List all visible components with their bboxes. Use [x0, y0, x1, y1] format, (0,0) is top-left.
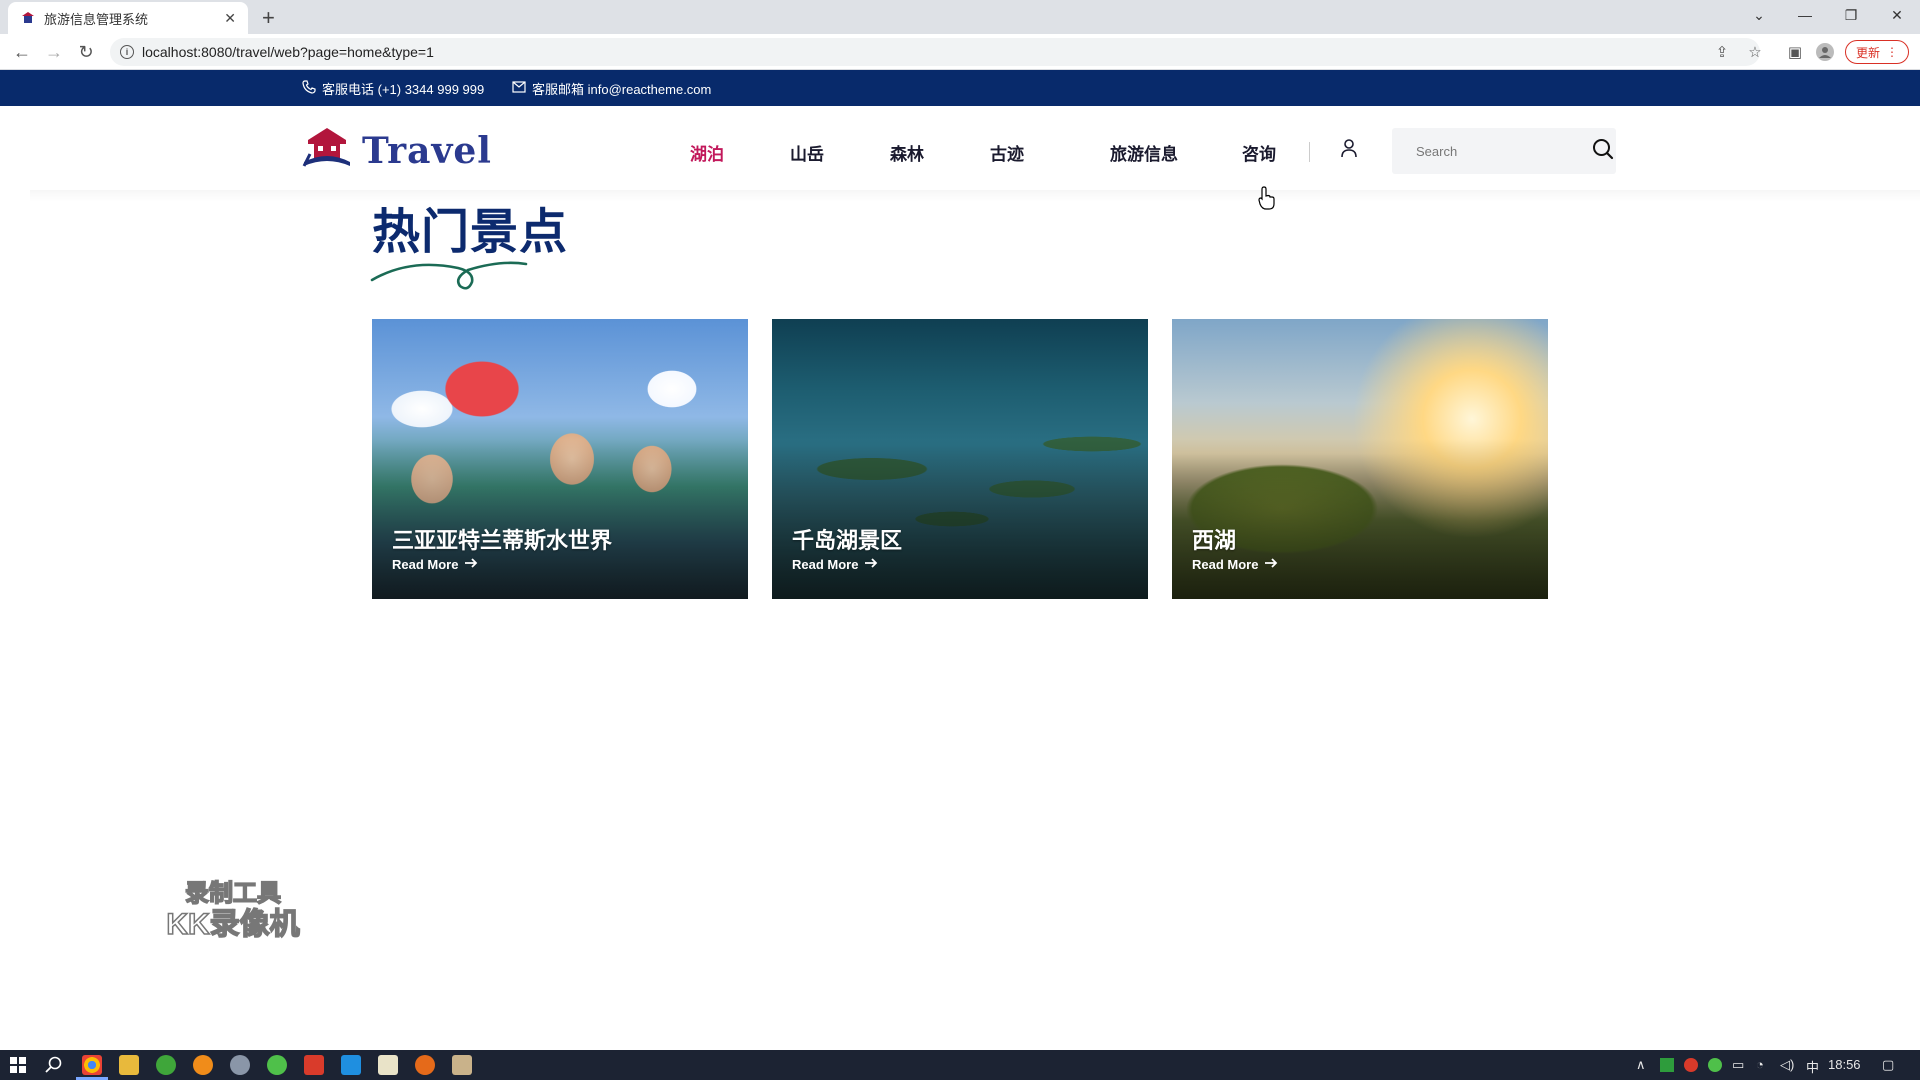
read-more-label: Read More — [1192, 557, 1259, 572]
nav-divider — [1309, 142, 1310, 162]
attraction-card[interactable]: 西湖 Read More — [1172, 319, 1548, 599]
tray-network-icon[interactable]: ◔ — [1756, 1057, 1764, 1072]
editor-taskbar-icon[interactable] — [341, 1055, 361, 1075]
chrome-taskbar-icon[interactable] — [82, 1055, 102, 1075]
mail-icon — [512, 81, 526, 96]
hand-cursor-icon — [1258, 186, 1275, 210]
tray-clock[interactable]: 18:56 — [1828, 1057, 1861, 1072]
user-icon[interactable] — [1340, 138, 1360, 160]
restore-icon[interactable]: ❐ — [1828, 0, 1874, 30]
profile-icon[interactable] — [1815, 42, 1835, 62]
share-icon[interactable]: ⇪ — [1712, 42, 1732, 62]
watermark-line2: KK录像机 — [166, 907, 301, 941]
contact-phone: 客服电话 (+1) 3344 999 999 — [302, 79, 484, 98]
attraction-card[interactable]: 千岛湖景区 Read More — [772, 319, 1148, 599]
site-info-icon[interactable]: i — [120, 45, 134, 59]
windows-start-icon[interactable] — [8, 1055, 28, 1075]
browser-tabbar: 旅游信息管理系统 ✕ + ⌄ — ❐ ✕ — [0, 0, 1920, 34]
search-app-taskbar-icon[interactable] — [193, 1055, 213, 1075]
app-taskbar-icon[interactable] — [156, 1055, 176, 1075]
nav-item-lakes[interactable]: 湖泊 — [690, 140, 724, 165]
attraction-card[interactable]: 三亚亚特兰蒂斯水世界 Read More — [372, 319, 748, 599]
arrow-right-icon — [464, 557, 478, 572]
phone-icon — [302, 80, 316, 97]
tray-expand-icon[interactable]: ∧ — [1636, 1057, 1646, 1073]
phone-text: 客服电话 (+1) 3344 999 999 — [322, 82, 485, 97]
misc-taskbar-icon[interactable] — [452, 1055, 472, 1075]
tray-app-icon[interactable] — [1660, 1058, 1674, 1072]
tab-close-icon[interactable]: ✕ — [224, 10, 236, 27]
update-label: 更新 — [1855, 45, 1880, 60]
site-header: Travel 湖泊 山岳 森林 古迹 旅游信息 咨询 — [0, 106, 1920, 196]
logo-house-icon — [302, 126, 352, 175]
arrow-right-icon — [864, 557, 878, 572]
file-explorer-taskbar-icon[interactable] — [119, 1055, 139, 1075]
site-logo[interactable]: Travel — [302, 126, 492, 175]
tray-qq-icon[interactable] — [1684, 1058, 1698, 1072]
header-shadow — [30, 190, 1920, 202]
wechat-taskbar-icon[interactable] — [267, 1055, 287, 1075]
reload-icon[interactable]: ↻ — [74, 40, 98, 64]
tray-wechat-icon[interactable] — [1708, 1058, 1722, 1072]
browser-tab[interactable]: 旅游信息管理系统 ✕ — [8, 2, 248, 34]
tab-title: 旅游信息管理系统 — [44, 11, 149, 27]
search-icon[interactable] — [1592, 138, 1614, 165]
read-more-label: Read More — [792, 557, 859, 572]
close-window-icon[interactable]: ✕ — [1874, 0, 1920, 30]
arrow-right-icon — [1264, 557, 1278, 572]
attraction-title: 千岛湖景区 — [792, 528, 903, 553]
tab-search-icon[interactable]: ⌄ — [1736, 0, 1782, 30]
read-more-link[interactable]: Read More — [1192, 557, 1278, 572]
attraction-title: 西湖 — [1192, 528, 1237, 553]
card-gradient-overlay — [772, 439, 1148, 599]
back-icon[interactable]: ← — [10, 40, 34, 64]
search-input[interactable] — [1416, 143, 1592, 159]
attraction-title: 三亚亚特兰蒂斯水世界 — [392, 528, 613, 553]
email-text: 客服邮箱 info@reactheme.com — [532, 82, 712, 97]
notification-center-icon[interactable]: ▢ — [1882, 1057, 1894, 1073]
nav-item-mountains[interactable]: 山岳 — [790, 140, 824, 165]
contact-bar: 客服电话 (+1) 3344 999 999 客服邮箱 info@reacthe… — [0, 70, 1920, 106]
taskbar-search-icon[interactable] — [44, 1055, 64, 1075]
card-gradient-overlay — [372, 439, 748, 599]
side-panel-icon[interactable]: ▣ — [1785, 42, 1805, 62]
wps-taskbar-icon[interactable] — [304, 1055, 324, 1075]
url-text: localhost:8080/travel/web?page=home&type… — [142, 44, 434, 60]
forward-icon[interactable]: → — [42, 40, 66, 64]
settings-taskbar-icon[interactable] — [230, 1055, 250, 1075]
site-favicon-icon — [20, 10, 36, 26]
logo-text: Travel — [362, 129, 492, 172]
notes-taskbar-icon[interactable] — [378, 1055, 398, 1075]
update-button[interactable]: 更新 ⋮ — [1845, 40, 1909, 64]
recorder-taskbar-icon[interactable] — [415, 1055, 435, 1075]
tray-battery-icon[interactable]: ▭ — [1732, 1057, 1744, 1073]
card-gradient-overlay — [1172, 439, 1548, 599]
tray-volume-icon[interactable]: ◁) — [1780, 1057, 1794, 1073]
search-box — [1392, 128, 1616, 174]
nav-item-consult[interactable]: 咨询 — [1242, 140, 1276, 165]
minimize-icon[interactable]: — — [1782, 0, 1828, 30]
title-squiggle-decoration — [370, 261, 528, 290]
recorder-watermark: 录制工具 KK录像机 — [160, 879, 306, 942]
nav-item-forests[interactable]: 森林 — [890, 140, 924, 165]
contact-email: 客服邮箱 info@reactheme.com — [512, 79, 711, 98]
nav-item-heritage[interactable]: 古迹 — [990, 140, 1024, 165]
os-taskbar: ∧ ▭ ◔ ◁) 中 18:56 ▢ — [0, 1050, 1920, 1080]
read-more-label: Read More — [392, 557, 459, 572]
browser-toolbar: ← → ↻ i localhost:8080/travel/web?page=h… — [0, 34, 1920, 70]
new-tab-icon[interactable]: + — [262, 5, 275, 31]
read-more-link[interactable]: Read More — [792, 557, 878, 572]
watermark-line1: 录制工具 — [184, 879, 282, 907]
more-menu-icon: ⋮ — [1886, 45, 1898, 59]
read-more-link[interactable]: Read More — [392, 557, 478, 572]
tray-ime[interactable]: 中 — [1806, 1057, 1819, 1076]
address-bar[interactable]: i localhost:8080/travel/web?page=home&ty… — [110, 38, 1760, 66]
nav-item-travel-info[interactable]: 旅游信息 — [1110, 140, 1178, 165]
bookmark-star-icon[interactable]: ☆ — [1745, 42, 1765, 62]
